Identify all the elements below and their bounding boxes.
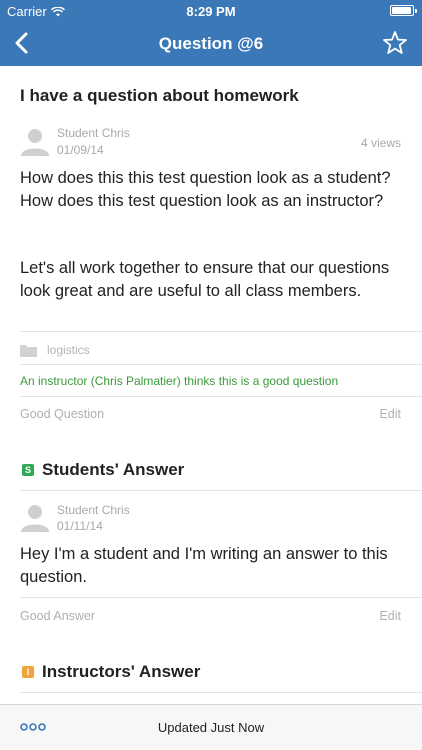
bottom-toolbar: Updated Just Now xyxy=(0,704,422,750)
divider xyxy=(20,396,422,397)
avatar-icon xyxy=(21,505,49,532)
instructors-answer-heading: I Instructors' Answer xyxy=(22,662,200,682)
status-time: 8:29 PM xyxy=(186,4,236,19)
folder-tag[interactable]: logistics xyxy=(47,343,90,357)
update-status: Updated Just Now xyxy=(157,720,265,735)
post-content: I have a question about homework Student… xyxy=(0,66,422,704)
views-count: 4 views xyxy=(360,136,401,150)
avatar-icon xyxy=(21,129,49,156)
good-answer-button[interactable]: Good Answer xyxy=(20,609,95,623)
question-author: Student Chris xyxy=(57,126,130,140)
endorsement-text: An instructor (Chris Palmatier) thinks t… xyxy=(20,374,339,388)
folder-icon xyxy=(20,344,37,357)
divider xyxy=(20,597,422,598)
page-title: Question @6 xyxy=(158,34,264,53)
edit-question-button[interactable]: Edit xyxy=(379,407,401,421)
star-outline-icon[interactable] xyxy=(382,30,408,56)
divider xyxy=(20,364,422,365)
student-badge-icon: S xyxy=(22,464,34,476)
question-body-paragraph-2: Let's all work together to ensure that o… xyxy=(20,259,390,300)
students-answer-title: Students' Answer xyxy=(42,460,185,479)
divider xyxy=(20,490,422,491)
question-title: I have a question about homework xyxy=(20,86,299,105)
nav-bar: Question @6 xyxy=(0,22,422,66)
answer-date: 01/11/14 xyxy=(57,519,103,533)
folder-row: logistics xyxy=(20,343,90,357)
top-bar: Carrier 8:29 PM Question @6 xyxy=(0,0,422,66)
divider xyxy=(20,692,422,693)
students-answer-heading: S Students' Answer xyxy=(22,460,184,480)
instructors-answer-title: Instructors' Answer xyxy=(42,662,201,681)
divider xyxy=(20,331,422,332)
instructor-badge-icon: I xyxy=(22,666,34,678)
question-body-paragraph-1: How does this this test question look as… xyxy=(20,169,391,210)
edit-answer-button[interactable]: Edit xyxy=(379,609,401,623)
question-date: 01/09/14 xyxy=(57,143,104,157)
battery-icon xyxy=(390,5,417,16)
answer-author: Student Chris xyxy=(57,503,130,517)
students-answer-body: Hey I'm a student and I'm writing an ans… xyxy=(20,545,388,586)
good-question-button[interactable]: Good Question xyxy=(20,407,104,421)
status-bar: Carrier 8:29 PM xyxy=(0,0,422,22)
